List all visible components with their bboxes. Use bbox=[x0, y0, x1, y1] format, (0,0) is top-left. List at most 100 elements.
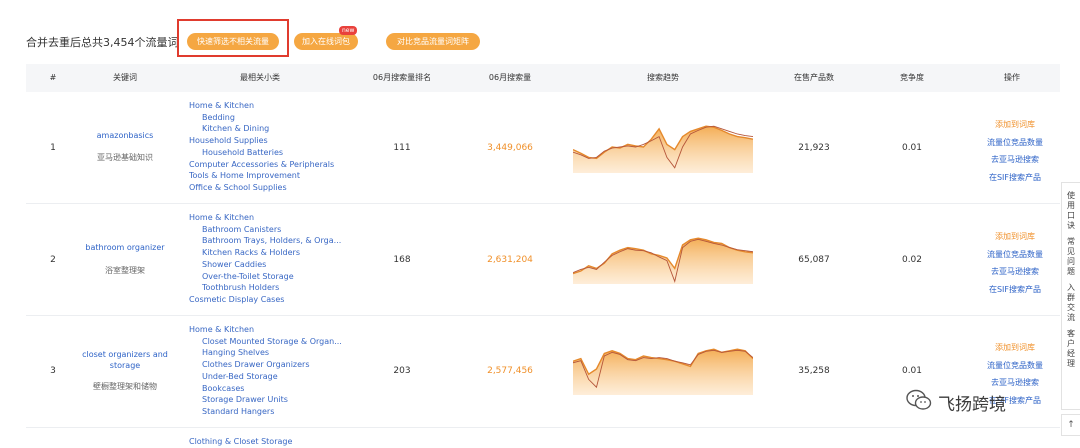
traffic-competitor-count-link[interactable]: 流量位竞品数量 bbox=[970, 357, 1060, 375]
header-rank: 06月搜索量排名 bbox=[372, 73, 432, 82]
product-count: 21,923 bbox=[798, 143, 830, 153]
search-sif-link[interactable]: 在SIF搜索产品 bbox=[970, 169, 1060, 187]
category-link[interactable]: Household Batteries bbox=[189, 147, 334, 159]
category-link[interactable]: Kitchen & Dining bbox=[189, 123, 334, 135]
side-panel-char: 理 bbox=[1067, 359, 1075, 368]
category-link[interactable]: Bookcases bbox=[189, 383, 342, 395]
side-panel-char: 常 bbox=[1067, 237, 1075, 246]
category-link[interactable]: Clothes Drawer Organizers bbox=[189, 359, 342, 371]
category-link[interactable]: Bathroom Trays, Holders, & Orga... bbox=[189, 235, 341, 247]
row-index: 2 bbox=[50, 255, 56, 265]
category-link[interactable]: Tools & Home Improvement bbox=[189, 170, 334, 182]
traffic-competitor-count-link[interactable]: 流量位竞品数量 bbox=[970, 246, 1060, 264]
trend-area bbox=[573, 126, 753, 173]
category-list: Home & Kitchen Bathroom Canisters Bathroom… bbox=[189, 212, 341, 306]
category-link[interactable]: Home & Kitchen bbox=[189, 100, 334, 112]
category-link[interactable]: Cosmetic Display Cases bbox=[189, 294, 341, 306]
search-sif-link[interactable]: 在SIF搜索产品 bbox=[970, 281, 1060, 299]
category-link[interactable]: Household Supplies bbox=[189, 135, 334, 147]
header-keyword: 关键词 bbox=[113, 73, 137, 82]
side-panel-char: 用 bbox=[1067, 201, 1075, 210]
side-panel-char: 使 bbox=[1067, 191, 1075, 200]
keyword-translation: 浴室整理架 bbox=[105, 266, 145, 275]
category-link[interactable]: Home & Kitchen bbox=[189, 212, 341, 224]
product-count: 35,258 bbox=[798, 366, 830, 376]
keyword-count-summary: 合并去重后总共3,454个流量词 bbox=[26, 36, 179, 49]
category-link[interactable]: Computer Accessories & Peripherals bbox=[189, 159, 334, 171]
side-panel-char: 入 bbox=[1067, 283, 1075, 292]
add-to-library-link[interactable]: 添加到词库 bbox=[970, 339, 1060, 357]
category-list-partial: Clothing & Closet Storage bbox=[189, 436, 292, 448]
category-link[interactable]: Clothing & Closet Storage bbox=[189, 436, 292, 448]
search-amazon-link[interactable]: 去亚马逊搜索 bbox=[970, 151, 1060, 169]
header-actions: 操作 bbox=[1004, 73, 1020, 82]
product-count: 65,087 bbox=[798, 255, 830, 265]
side-panel-char: 群 bbox=[1067, 293, 1075, 302]
wechat-logo-icon bbox=[906, 389, 932, 410]
trend-sparkline bbox=[573, 237, 753, 284]
side-panel-char: 流 bbox=[1067, 313, 1075, 322]
category-list: Home & Kitchen Bedding Kitchen & Dining Hou… bbox=[189, 100, 334, 194]
row-actions: 添加到词库 流量位竞品数量 去亚马逊搜索 在SIF搜索产品 bbox=[970, 228, 1060, 298]
category-link[interactable]: Shower Caddies bbox=[189, 259, 341, 271]
side-panel-char: 口 bbox=[1067, 211, 1075, 220]
search-amazon-link[interactable]: 去亚马逊搜索 bbox=[970, 374, 1060, 392]
keyword-translation: 壁橱整理架和储物 bbox=[93, 382, 157, 391]
header-volume[interactable]: 06月搜索量 bbox=[460, 64, 560, 92]
category-link[interactable]: Standard Hangers bbox=[189, 406, 342, 418]
keyword-link[interactable]: closet organizers and storage bbox=[76, 349, 174, 371]
category-link[interactable]: Kitchen Racks & Holders bbox=[189, 247, 341, 259]
header-trend: 搜索趋势 bbox=[647, 73, 679, 82]
category-link[interactable]: Home & Kitchen bbox=[189, 324, 342, 336]
traffic-competitor-count-link[interactable]: 流量位竞品数量 bbox=[970, 134, 1060, 152]
toolbar: 合并去重后总共3,454个流量词 快速筛选不相关流量 加入在线词包 new 对比… bbox=[0, 0, 1080, 62]
side-panel-char: 诀 bbox=[1067, 221, 1075, 230]
header-products[interactable]: 在售产品数 bbox=[764, 64, 864, 92]
help-side-panel[interactable]: 使用口诀常见问题入群交流客户经理 bbox=[1061, 182, 1080, 410]
trend-sparkline bbox=[573, 348, 753, 395]
side-panel-char: 见 bbox=[1067, 247, 1075, 256]
competition-score: 0.01 bbox=[901, 143, 923, 153]
row-index: 1 bbox=[50, 143, 56, 153]
keyword-link[interactable]: bathroom organizer bbox=[80, 242, 170, 253]
search-volume: 3,449,066 bbox=[487, 143, 533, 153]
category-link[interactable]: Office & School Supplies bbox=[189, 182, 334, 194]
category-link[interactable]: Storage Drawer Units bbox=[189, 394, 342, 406]
keyword-translation: 亚马逊基础知识 bbox=[97, 153, 153, 162]
header-index: # bbox=[49, 73, 57, 82]
add-to-online-keyword-pack-button[interactable]: 加入在线词包 bbox=[294, 33, 358, 50]
side-panel-char: 题 bbox=[1067, 267, 1075, 276]
trend-sparkline bbox=[573, 125, 753, 173]
header-category: 最相关小类 bbox=[240, 73, 280, 82]
search-rank: 111 bbox=[393, 143, 411, 153]
side-panel-char: 经 bbox=[1067, 349, 1075, 358]
category-link[interactable]: Closet Mounted Storage & Organ... bbox=[189, 336, 342, 348]
back-to-top-icon[interactable]: ↑ bbox=[1061, 414, 1080, 436]
competition-score: 0.02 bbox=[901, 255, 923, 265]
search-rank: 203 bbox=[393, 366, 411, 376]
watermark-text: 飞扬跨境 bbox=[938, 395, 1006, 415]
search-volume: 2,577,456 bbox=[487, 366, 533, 376]
new-badge: new bbox=[339, 26, 358, 35]
add-to-library-link[interactable]: 添加到词库 bbox=[970, 228, 1060, 246]
compare-competitor-keyword-matrix-button[interactable]: 对比竞品流量词矩阵 bbox=[386, 33, 480, 50]
side-panel-char: 交 bbox=[1067, 303, 1075, 312]
add-to-library-link[interactable]: 添加到词库 bbox=[970, 116, 1060, 134]
search-amazon-link[interactable]: 去亚马逊搜索 bbox=[970, 263, 1060, 281]
category-link[interactable]: Over-the-Toilet Storage bbox=[189, 271, 341, 283]
row-actions: 添加到词库 流量位竞品数量 去亚马逊搜索 在SIF搜索产品 bbox=[970, 116, 1060, 186]
header-competition[interactable]: 竞争度 bbox=[862, 64, 962, 92]
category-link[interactable]: Bathroom Canisters bbox=[189, 224, 341, 236]
category-link[interactable]: Hanging Shelves bbox=[189, 347, 342, 359]
side-panel-char: 问 bbox=[1067, 257, 1075, 266]
competition-score: 0.01 bbox=[901, 366, 923, 376]
search-rank: 168 bbox=[393, 255, 411, 265]
side-panel-char: 户 bbox=[1067, 339, 1075, 348]
highlight-box bbox=[177, 19, 289, 57]
search-volume: 2,631,204 bbox=[487, 255, 533, 265]
category-link[interactable]: Toothbrush Holders bbox=[189, 282, 341, 294]
category-link[interactable]: Under-Bed Storage bbox=[189, 371, 342, 383]
category-list: Home & Kitchen Closet Mounted Storage & O… bbox=[189, 324, 342, 418]
keyword-link[interactable]: amazonbasics bbox=[80, 130, 170, 141]
category-link[interactable]: Bedding bbox=[189, 112, 334, 124]
